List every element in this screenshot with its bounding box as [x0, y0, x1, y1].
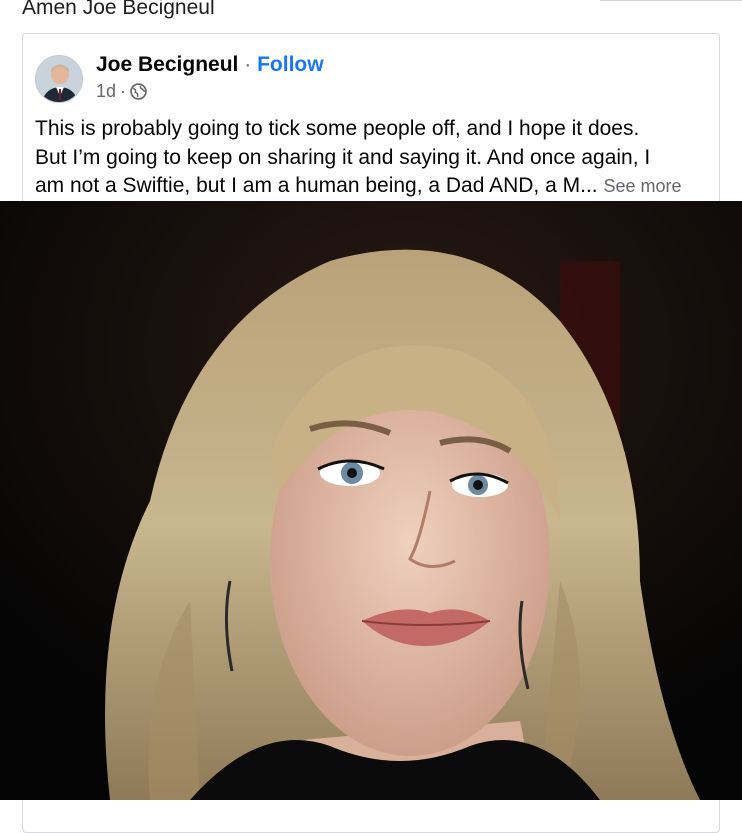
post-meta: 1d · [96, 80, 147, 102]
post-text: This is probably going to tick some peop… [35, 115, 711, 201]
time-separator: · [120, 81, 127, 101]
globe-icon[interactable] [130, 82, 147, 100]
portrait-image [0, 201, 742, 800]
post-text-line: But I’m going to keep on sharing it and … [35, 145, 651, 169]
name-separator: · [244, 53, 252, 76]
post-photo[interactable] [0, 201, 742, 800]
author-name[interactable]: Joe Becigneul [96, 53, 238, 76]
post-text-line: This is probably going to tick some peop… [35, 117, 640, 140]
post-text-line-end: am not a Swiftie, but I am a human being… [35, 174, 598, 197]
see-more-link[interactable]: See more [603, 176, 681, 196]
author-avatar[interactable] [35, 55, 83, 103]
top-divider [600, 0, 742, 1]
follow-button[interactable]: Follow [257, 53, 324, 76]
author-row: Joe Becigneul · Follow [96, 52, 324, 78]
post-time[interactable]: 1d [96, 80, 116, 102]
shared-post-caption: Amen Joe Becigneul [22, 0, 215, 19]
post-text-line: am not a Swiftie, but I am a human being… [35, 172, 711, 201]
